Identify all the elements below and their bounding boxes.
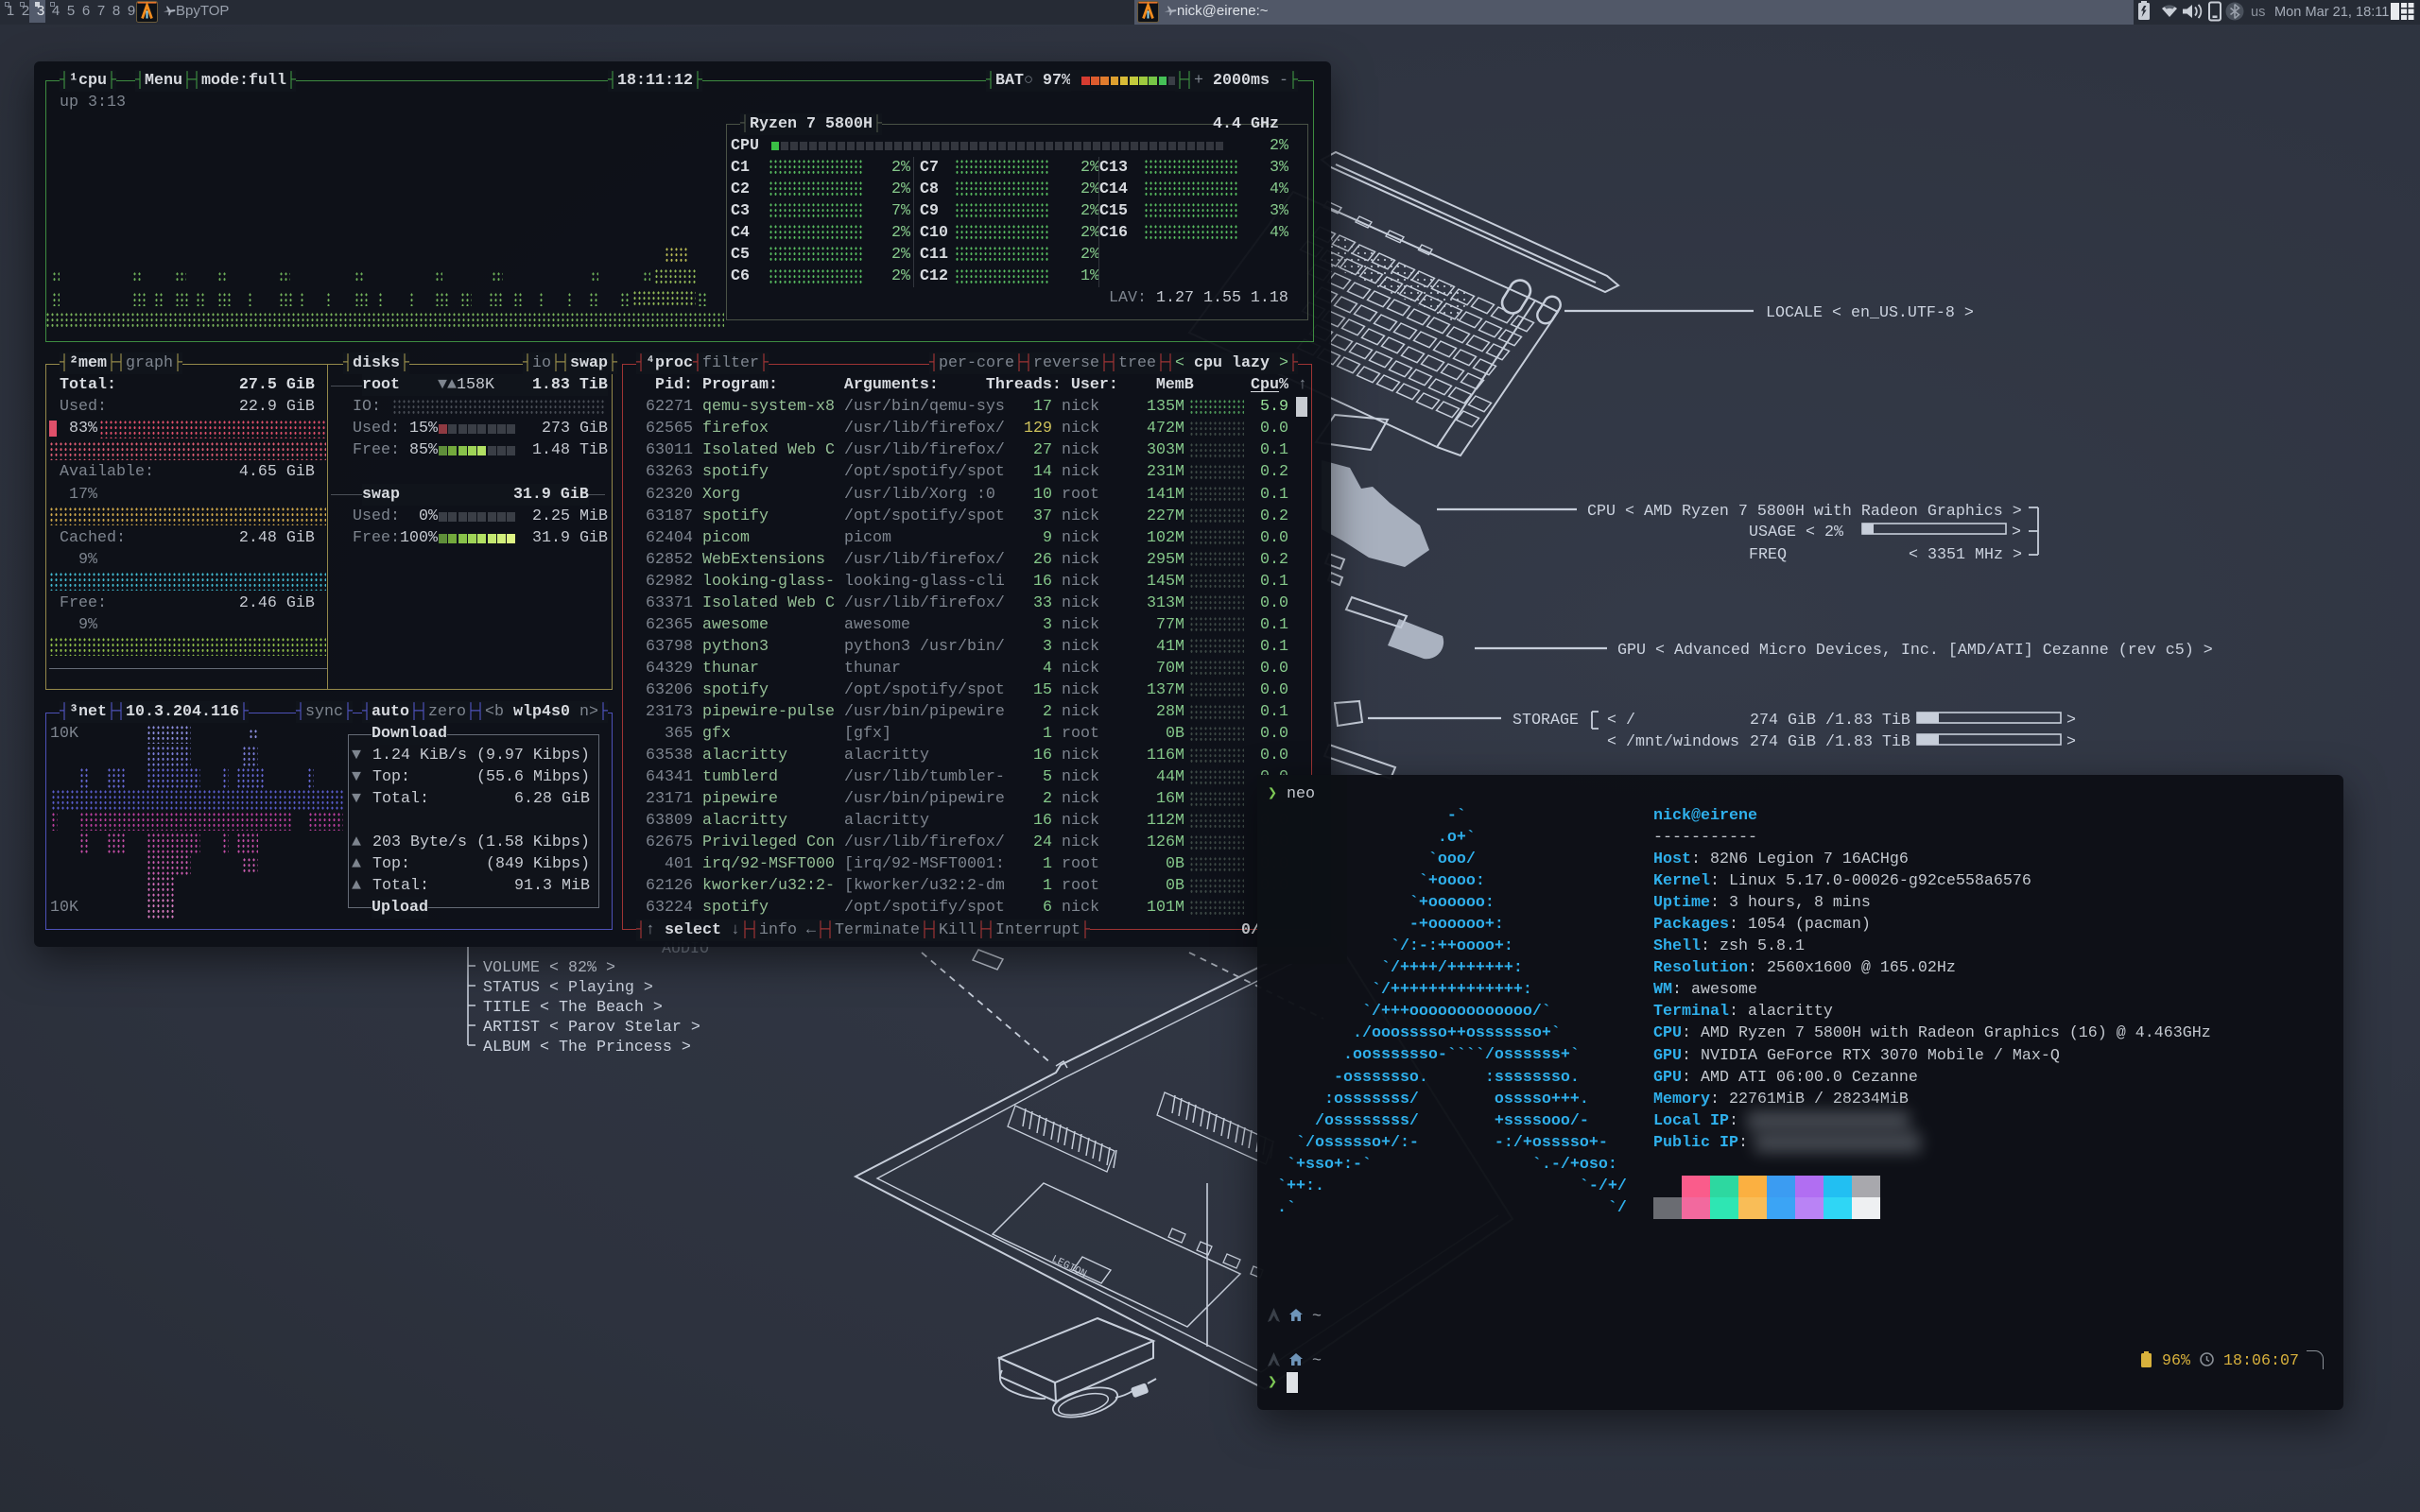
svg-text:>: > xyxy=(2066,733,2076,751)
svg-text:ARTIST < Parov Stelar >: ARTIST < Parov Stelar > xyxy=(483,1019,700,1037)
svg-text:STATUS < Playing >: STATUS < Playing > xyxy=(483,979,653,997)
svg-text:274 GiB /1.83 TiB: 274 GiB /1.83 TiB xyxy=(1750,733,1910,751)
svg-text:TITLE < The Beach >: TITLE < The Beach > xyxy=(483,999,663,1017)
svg-text:CPU < AMD Ryzen 7 5800H with R: CPU < AMD Ryzen 7 5800H with Radeon Grap… xyxy=(1587,503,2022,521)
svg-text:< 3351 MHz >: < 3351 MHz > xyxy=(1909,546,2022,564)
svg-text:274 GiB /1.83 TiB: 274 GiB /1.83 TiB xyxy=(1750,712,1910,730)
svg-text:VOLUME < 82% >: VOLUME < 82% > xyxy=(483,959,615,977)
svg-text:FREQ: FREQ xyxy=(1749,546,1787,564)
svg-text:GPU < Advanced Micro Devices,: GPU < Advanced Micro Devices, Inc. [AMD/… xyxy=(1617,642,2213,660)
svg-text:>: > xyxy=(2012,524,2021,541)
svg-text:< /: < / xyxy=(1607,712,1635,730)
svg-text:USAGE < 2%: USAGE < 2% xyxy=(1749,524,1843,541)
svg-text:>: > xyxy=(2066,712,2076,730)
svg-text:ALBUM < The Princess >: ALBUM < The Princess > xyxy=(483,1039,691,1057)
svg-text:STORAGE: STORAGE xyxy=(1512,712,1579,730)
svg-text:< /mnt/windows: < /mnt/windows xyxy=(1607,733,1739,751)
svg-text:LOCALE < en_US.UTF-8 >: LOCALE < en_US.UTF-8 > xyxy=(1766,304,1974,322)
